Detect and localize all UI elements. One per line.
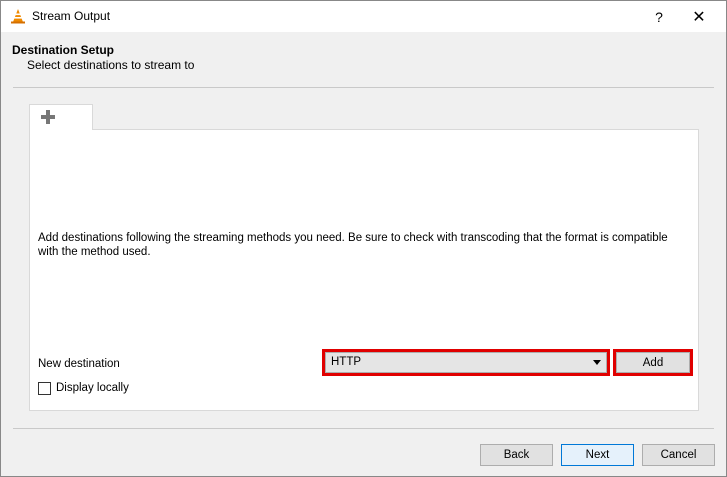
chevron-down-icon (593, 360, 601, 365)
help-button[interactable]: ? (639, 1, 679, 32)
close-button[interactable]: ✕ (679, 1, 719, 32)
tab-add-destination[interactable] (29, 104, 93, 130)
info-text: Add destinations following the streaming… (38, 232, 668, 258)
destination-select[interactable]: HTTP (322, 349, 610, 376)
plus-icon (41, 110, 55, 124)
destination-select-value: HTTP (331, 356, 362, 368)
top-separator (13, 87, 714, 88)
wizard-header: Destination Setup Select destinations to… (1, 32, 726, 74)
bottom-separator (13, 428, 714, 429)
display-locally-label: Display locally (56, 382, 129, 394)
add-button[interactable]: Add (613, 349, 693, 376)
destination-panel: Add destinations following the streaming… (29, 129, 699, 411)
next-button[interactable]: Next (561, 444, 634, 466)
page-title: Destination Setup (12, 43, 115, 57)
title-bar: Stream Output ? ✕ (1, 1, 726, 32)
cancel-button[interactable]: Cancel (642, 444, 715, 466)
stream-output-dialog: Stream Output ? ✕ Destination Setup Sele… (0, 0, 727, 477)
page-subtitle: Select destinations to stream to (27, 58, 195, 72)
display-locally-checkbox[interactable] (38, 382, 51, 395)
vlc-cone-icon (11, 9, 25, 24)
window-title: Stream Output (32, 9, 111, 23)
new-destination-label: New destination (38, 358, 120, 370)
back-button[interactable]: Back (480, 444, 553, 466)
